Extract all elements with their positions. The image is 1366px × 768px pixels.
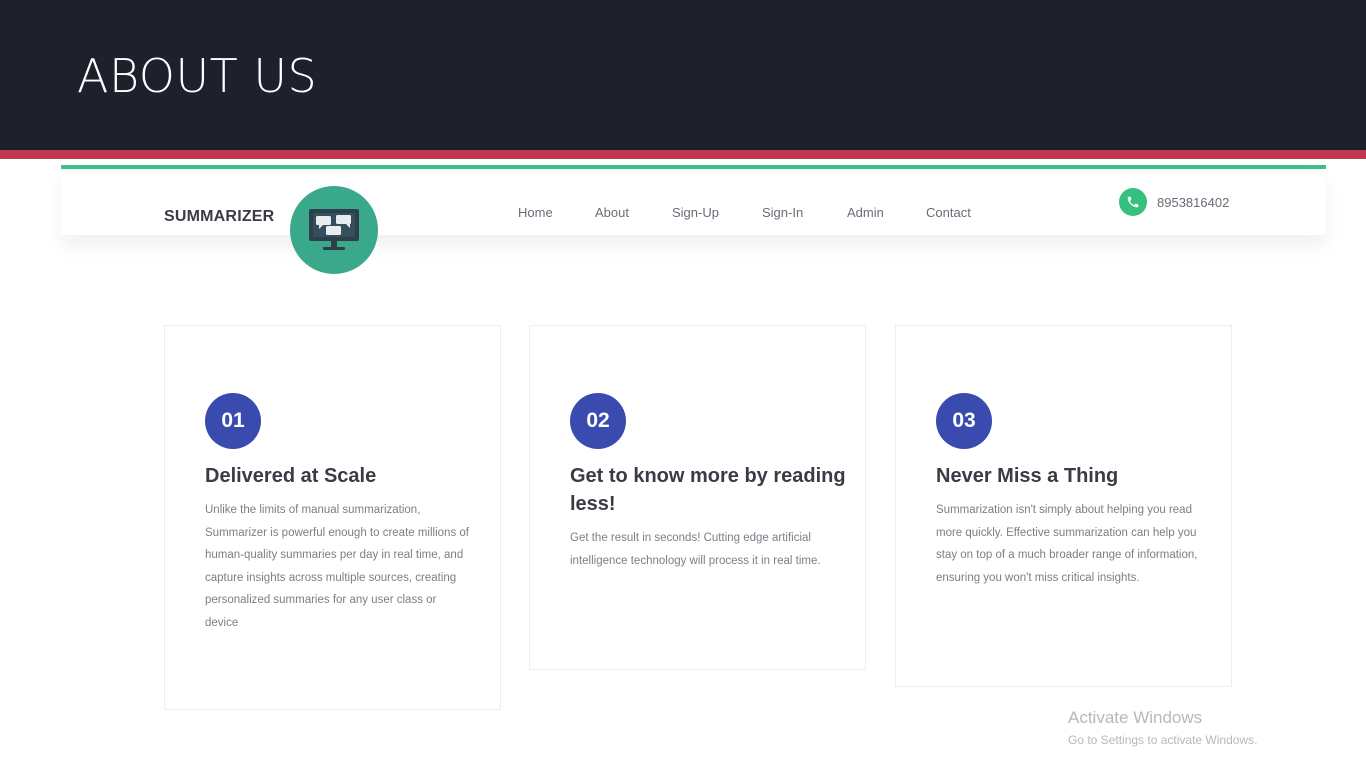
nav-home[interactable]: Home <box>518 205 553 220</box>
nav-contact[interactable]: Contact <box>926 205 971 220</box>
slide-header: ABOUT US <box>0 0 1366 150</box>
card-title-3: Never Miss a Thing <box>936 465 1119 487</box>
phone-number[interactable]: 8953816402 <box>1157 195 1229 210</box>
card-title-1: Delivered at Scale <box>205 465 377 487</box>
feature-card-3: 03 Never Miss a Thing Summarization isn'… <box>895 325 1232 687</box>
card-body-1: Unlike the limits of manual summarizatio… <box>205 504 469 629</box>
activate-windows-title: Activate Windows <box>1068 708 1203 727</box>
phone-icon[interactable] <box>1119 188 1147 216</box>
card-body-3: Summarization isn't simply about helping… <box>936 504 1198 584</box>
step-badge-3: 03 <box>936 393 992 449</box>
accent-band <box>0 150 1366 159</box>
card-body-2: Get the result in seconds! Cutting edge … <box>570 532 821 567</box>
chat-monitor-icon[interactable] <box>290 186 378 274</box>
nav-admin[interactable]: Admin <box>847 205 884 220</box>
slide-title: ABOUT US <box>77 49 318 103</box>
nav-sign-up[interactable]: Sign-Up <box>672 205 719 220</box>
step-badge-1: 01 <box>205 393 261 449</box>
nav-about[interactable]: About <box>595 205 629 220</box>
feature-card-1: 01 Delivered at Scale Unlike the limits … <box>164 325 501 710</box>
nav-sign-in[interactable]: Sign-In <box>762 205 803 220</box>
step-badge-2: 02 <box>570 393 626 449</box>
website-screenshot: SUMMARIZER Home About Sign-Up Sign-In Ad… <box>58 159 1328 768</box>
activate-windows-subtitle: Go to Settings to activate Windows. <box>1068 733 1258 747</box>
feature-card-2: 02 Get to know more by reading less! Get… <box>529 325 866 670</box>
brand-name[interactable]: SUMMARIZER <box>164 208 274 226</box>
navbar: SUMMARIZER Home About Sign-Up Sign-In Ad… <box>61 169 1326 274</box>
card-title-2: Get to know more by reading less! <box>570 465 846 515</box>
